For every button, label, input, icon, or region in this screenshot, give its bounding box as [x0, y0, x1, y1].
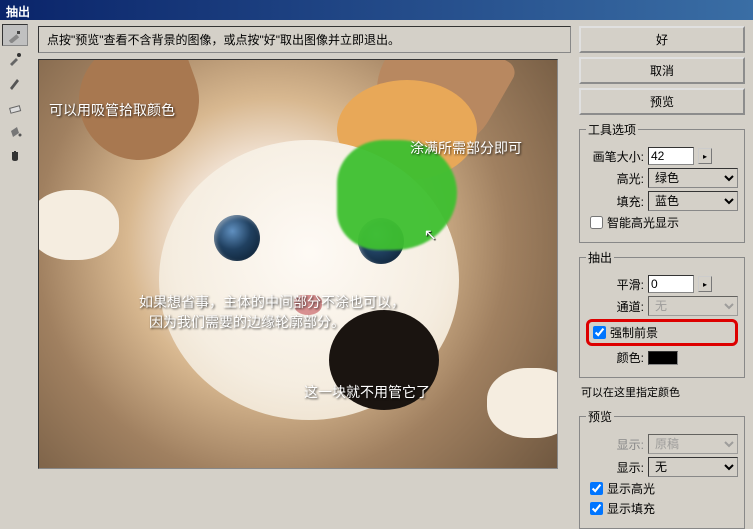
brush-size-spinner[interactable]: ▸: [698, 148, 712, 164]
hint-bar: 点按"预览"查看不含背景的图像，或点按"好"取出图像并立即退出。: [38, 26, 571, 53]
preview-group: 预览 显示: 原稿 显示: 无 显示高光 显示填充: [579, 408, 745, 529]
overlay-text-2: 涂满所需部分即可: [410, 138, 522, 158]
smooth-spinner[interactable]: ▸: [698, 276, 712, 292]
display-label: 显示:: [586, 459, 644, 476]
hand-tool-icon[interactable]: [2, 144, 28, 166]
kitten-image: ↖ 可以用吸管拾取颜色 涂满所需部分即可 如果想省事，主体的中间部分不涂也可以，…: [39, 60, 557, 468]
smart-highlight-checkbox[interactable]: [590, 216, 603, 229]
smart-highlight-label: 智能高光显示: [607, 214, 679, 231]
smooth-label: 平滑:: [586, 276, 644, 293]
right-panel: 好 取消 预览 工具选项 画笔大小: ▸ 高光: 绿色 填充: 蓝色 智能高光显…: [577, 20, 753, 516]
show-fill-checkbox[interactable]: [590, 502, 603, 515]
tool-options-group: 工具选项 画笔大小: ▸ 高光: 绿色 填充: 蓝色 智能高光显示: [579, 121, 745, 243]
cursor-icon: ↖: [424, 225, 437, 245]
show-fill-label: 显示填充: [607, 500, 655, 517]
hint-text: 点按"预览"查看不含背景的图像，或点按"好"取出图像并立即退出。: [47, 33, 400, 47]
force-foreground-label: 强制前景: [610, 324, 658, 341]
display-select[interactable]: 无: [648, 457, 738, 477]
channel-label: 通道:: [586, 298, 644, 315]
brush-tool-icon[interactable]: [2, 72, 28, 94]
cancel-button[interactable]: 取消: [579, 57, 745, 84]
highlight-color-select[interactable]: 绿色: [648, 168, 738, 188]
preview-legend: 预览: [586, 408, 614, 425]
channel-select[interactable]: 无: [648, 296, 738, 316]
overlay-text-3b: 因为我们需要的边缘轮廓部分。: [149, 312, 345, 332]
extract-color-label: 颜色:: [586, 349, 644, 366]
smooth-input[interactable]: [648, 275, 694, 293]
overlay-text-1: 可以用吸管拾取颜色: [49, 100, 175, 120]
preview-button[interactable]: 预览: [579, 88, 745, 115]
highlight-color-label: 高光:: [586, 170, 644, 187]
show-select[interactable]: 原稿: [648, 434, 738, 454]
color-note: 可以在这里指定颜色: [581, 384, 743, 400]
fill-color-select[interactable]: 蓝色: [648, 191, 738, 211]
vertical-toolbar: [0, 20, 32, 516]
extract-color-swatch[interactable]: [648, 351, 678, 365]
ok-button[interactable]: 好: [579, 26, 745, 53]
show-label: 显示:: [586, 436, 644, 453]
center-column: 点按"预览"查看不含背景的图像，或点按"好"取出图像并立即退出。 ↖ 可以用吸管…: [32, 20, 577, 516]
brush-size-input[interactable]: [648, 147, 694, 165]
brush-size-label: 画笔大小:: [586, 148, 644, 165]
fill-color-label: 填充:: [586, 193, 644, 210]
show-highlight-label: 显示高光: [607, 480, 655, 497]
eraser-tool-icon[interactable]: [2, 96, 28, 118]
fill-tool-icon[interactable]: [2, 120, 28, 142]
main-layout: 点按"预览"查看不含背景的图像，或点按"好"取出图像并立即退出。 ↖ 可以用吸管…: [0, 20, 753, 516]
window-titlebar: 抽出: [0, 0, 753, 20]
highlighter-tool-icon[interactable]: [2, 24, 28, 46]
force-foreground-checkbox[interactable]: [593, 326, 606, 339]
overlay-text-3a: 如果想省事，主体的中间部分不涂也可以，: [139, 292, 405, 312]
image-canvas[interactable]: ↖ 可以用吸管拾取颜色 涂满所需部分即可 如果想省事，主体的中间部分不涂也可以，…: [38, 59, 558, 469]
window-title: 抽出: [6, 5, 30, 19]
eyedropper-tool-icon[interactable]: [2, 48, 28, 70]
overlay-text-4: 这一块就不用管它了: [304, 382, 430, 402]
show-highlight-checkbox[interactable]: [590, 482, 603, 495]
extract-legend: 抽出: [586, 249, 614, 266]
extract-group: 抽出 平滑: ▸ 通道: 无 强制前景 颜色:: [579, 249, 745, 378]
force-foreground-highlight: 强制前景: [586, 319, 738, 346]
tool-options-legend: 工具选项: [586, 121, 638, 138]
